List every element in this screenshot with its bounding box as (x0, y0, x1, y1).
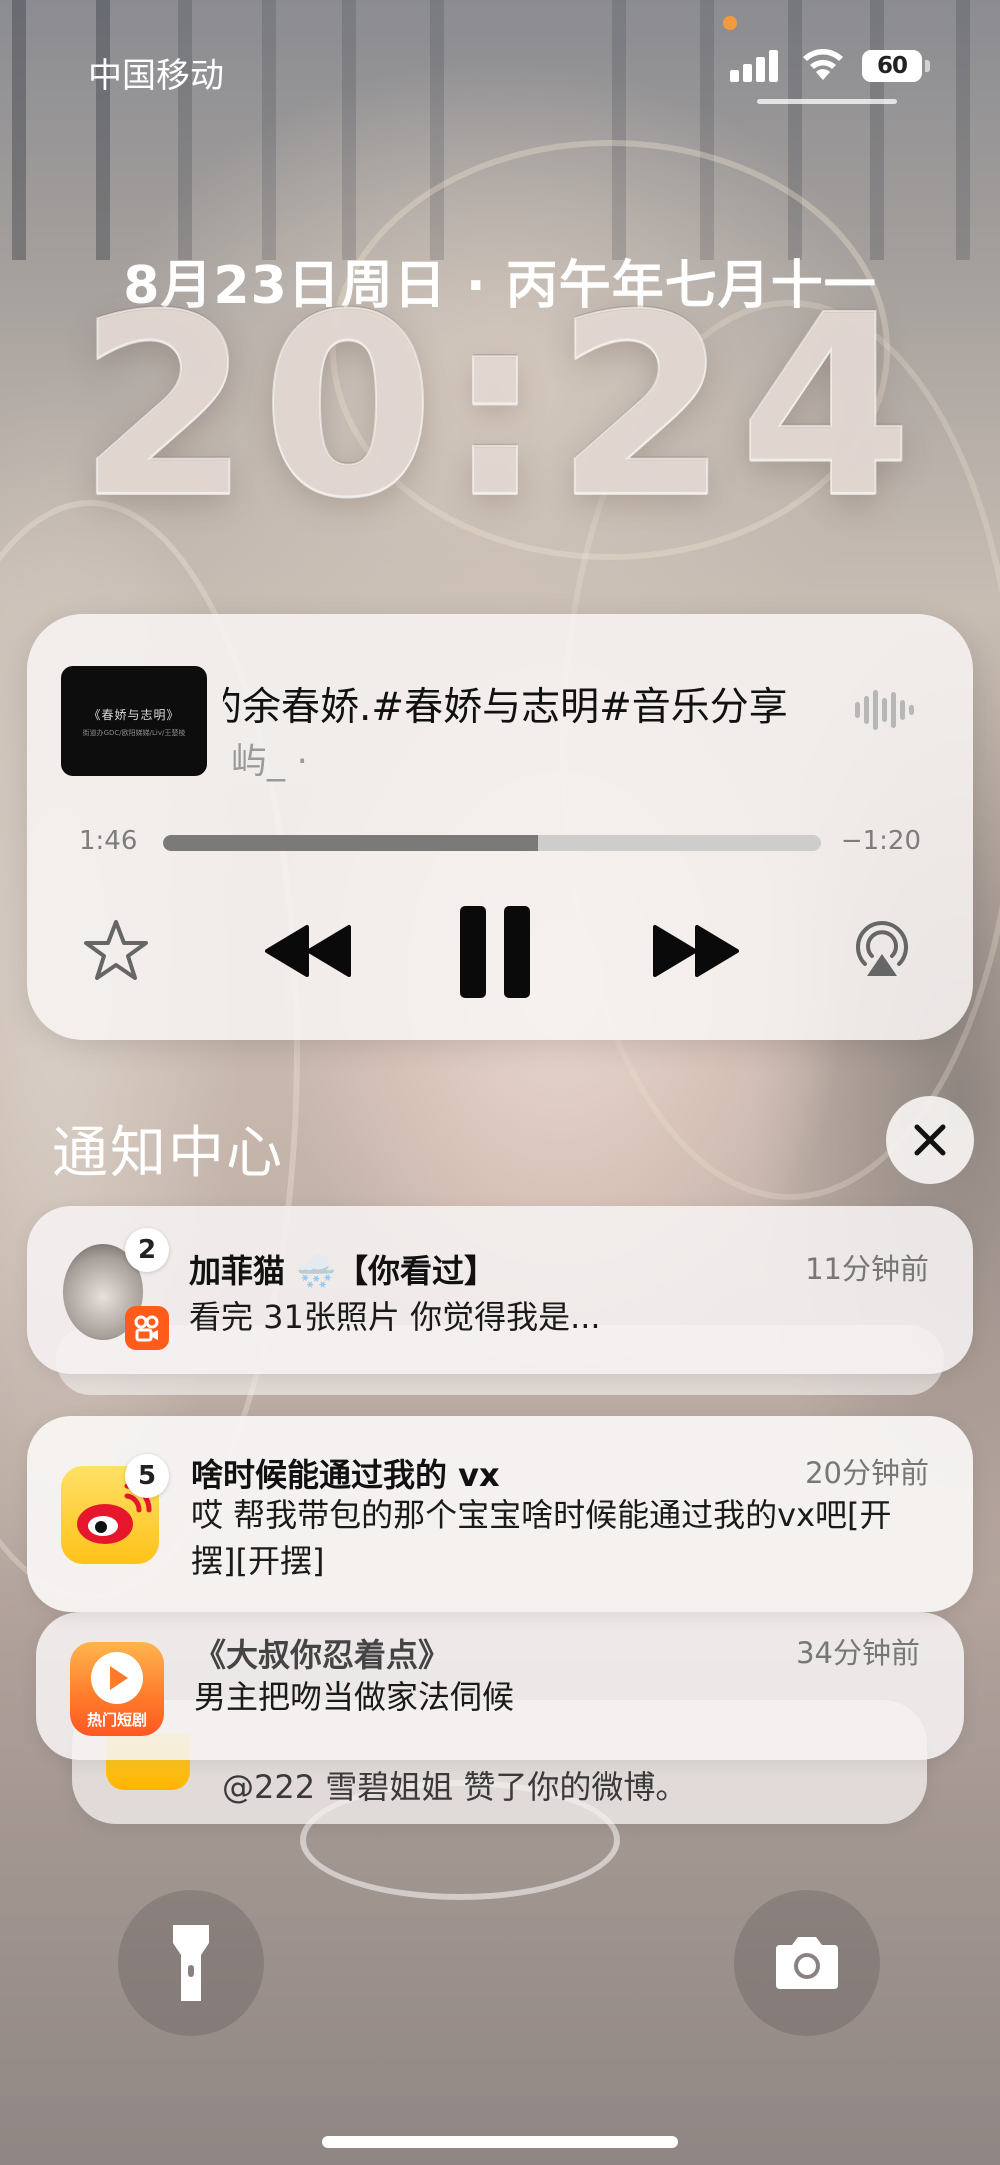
wifi-icon (803, 49, 843, 80)
close-icon[interactable] (886, 1096, 974, 1184)
control-center-indicator[interactable] (757, 99, 897, 104)
progress-fill (163, 835, 539, 851)
lock-time: 20:24 (76, 261, 923, 552)
notification-title: 啥时候能通过我的 vx (191, 1456, 500, 1494)
notification-body: 男主把吻当做家法伺候 (194, 1678, 515, 1716)
song-title-text: 的余春娇.#春娇与志明#音乐分享 (223, 685, 788, 730)
notification-title: 《大叔你忍着点》 (194, 1636, 451, 1674)
notification-time: 20分钟前 (805, 1456, 929, 1490)
carrier-label: 中国移动 (88, 56, 224, 96)
notification-count-badge: 2 (125, 1228, 169, 1272)
notification-body: @222 雪碧姐姐 赞了你的微博。 (222, 1768, 688, 1806)
waveform-icon (855, 688, 915, 732)
now-playing-widget[interactable]: 《春娇与志明》 街道办GDC/欧阳娣娣/Liv/王楚棱 的余春娇.#春娇与志明#… (27, 614, 973, 1040)
notification-title: 加菲猫 🌨️【你看过】 (189, 1252, 496, 1290)
album-art[interactable]: 《春娇与志明》 街道办GDC/欧阳娣娣/Liv/王楚棱 (61, 666, 207, 776)
pause-icon[interactable] (455, 904, 535, 1000)
star-icon[interactable] (79, 914, 153, 988)
camera-button[interactable] (734, 1890, 880, 2036)
song-title: 的余春娇.#春娇与志明#音乐分享 (223, 676, 853, 732)
notification-time: 34分钟前 (796, 1636, 920, 1670)
notification-card[interactable]: 2 加菲猫 🌨️【你看过】 11分钟前 看完 31张照片 你觉得我是... (27, 1206, 973, 1374)
notification-count-badge: 5 (125, 1454, 169, 1498)
airplay-icon[interactable] (847, 914, 917, 984)
privacy-indicator-dot (723, 16, 737, 30)
notification-center-title: 通知中心 (52, 1121, 284, 1186)
flashlight-button[interactable] (118, 1890, 264, 2036)
battery-tip (925, 60, 930, 72)
album-art-subtitle: 街道办GDC/欧阳娣娣/Liv/王楚棱 (82, 729, 186, 737)
signal-icon (730, 50, 780, 82)
progress-scrubber[interactable] (163, 835, 821, 851)
camera-icon (776, 1937, 838, 1989)
fast-forward-icon[interactable] (645, 919, 745, 983)
flashlight-icon (173, 1925, 209, 2001)
kuaishou-icon (125, 1306, 169, 1350)
status-bar: 中国移动 60 (0, 0, 1000, 130)
notification-time: 11分钟前 (805, 1252, 929, 1286)
notification-card[interactable]: 5 啥时候能通过我的 vx 20分钟前 哎 帮我带包的那个宝宝啥时候能通过我的v… (27, 1416, 973, 1612)
notification-card[interactable]: 热门短剧 《大叔你忍着点》 34分钟前 男主把吻当做家法伺候 (36, 1612, 964, 1760)
remaining-time: −1:20 (840, 826, 921, 856)
hot-drama-label: 热门短剧 (86, 1711, 147, 1729)
notification-body: 哎 帮我带包的那个宝宝啥时候能通过我的vx吧[开摆][开摆] (191, 1496, 892, 1580)
hot-drama-icon: 热门短剧 (70, 1642, 164, 1736)
song-artist: 屿_ · (231, 741, 308, 782)
home-indicator[interactable] (322, 2136, 678, 2148)
elapsed-time: 1:46 (79, 826, 138, 856)
album-art-title: 《春娇与志明》 (88, 708, 180, 722)
battery-icon: 60 (862, 50, 922, 82)
rewind-icon[interactable] (259, 919, 359, 983)
notification-body: 看完 31张照片 你觉得我是... (189, 1298, 601, 1336)
